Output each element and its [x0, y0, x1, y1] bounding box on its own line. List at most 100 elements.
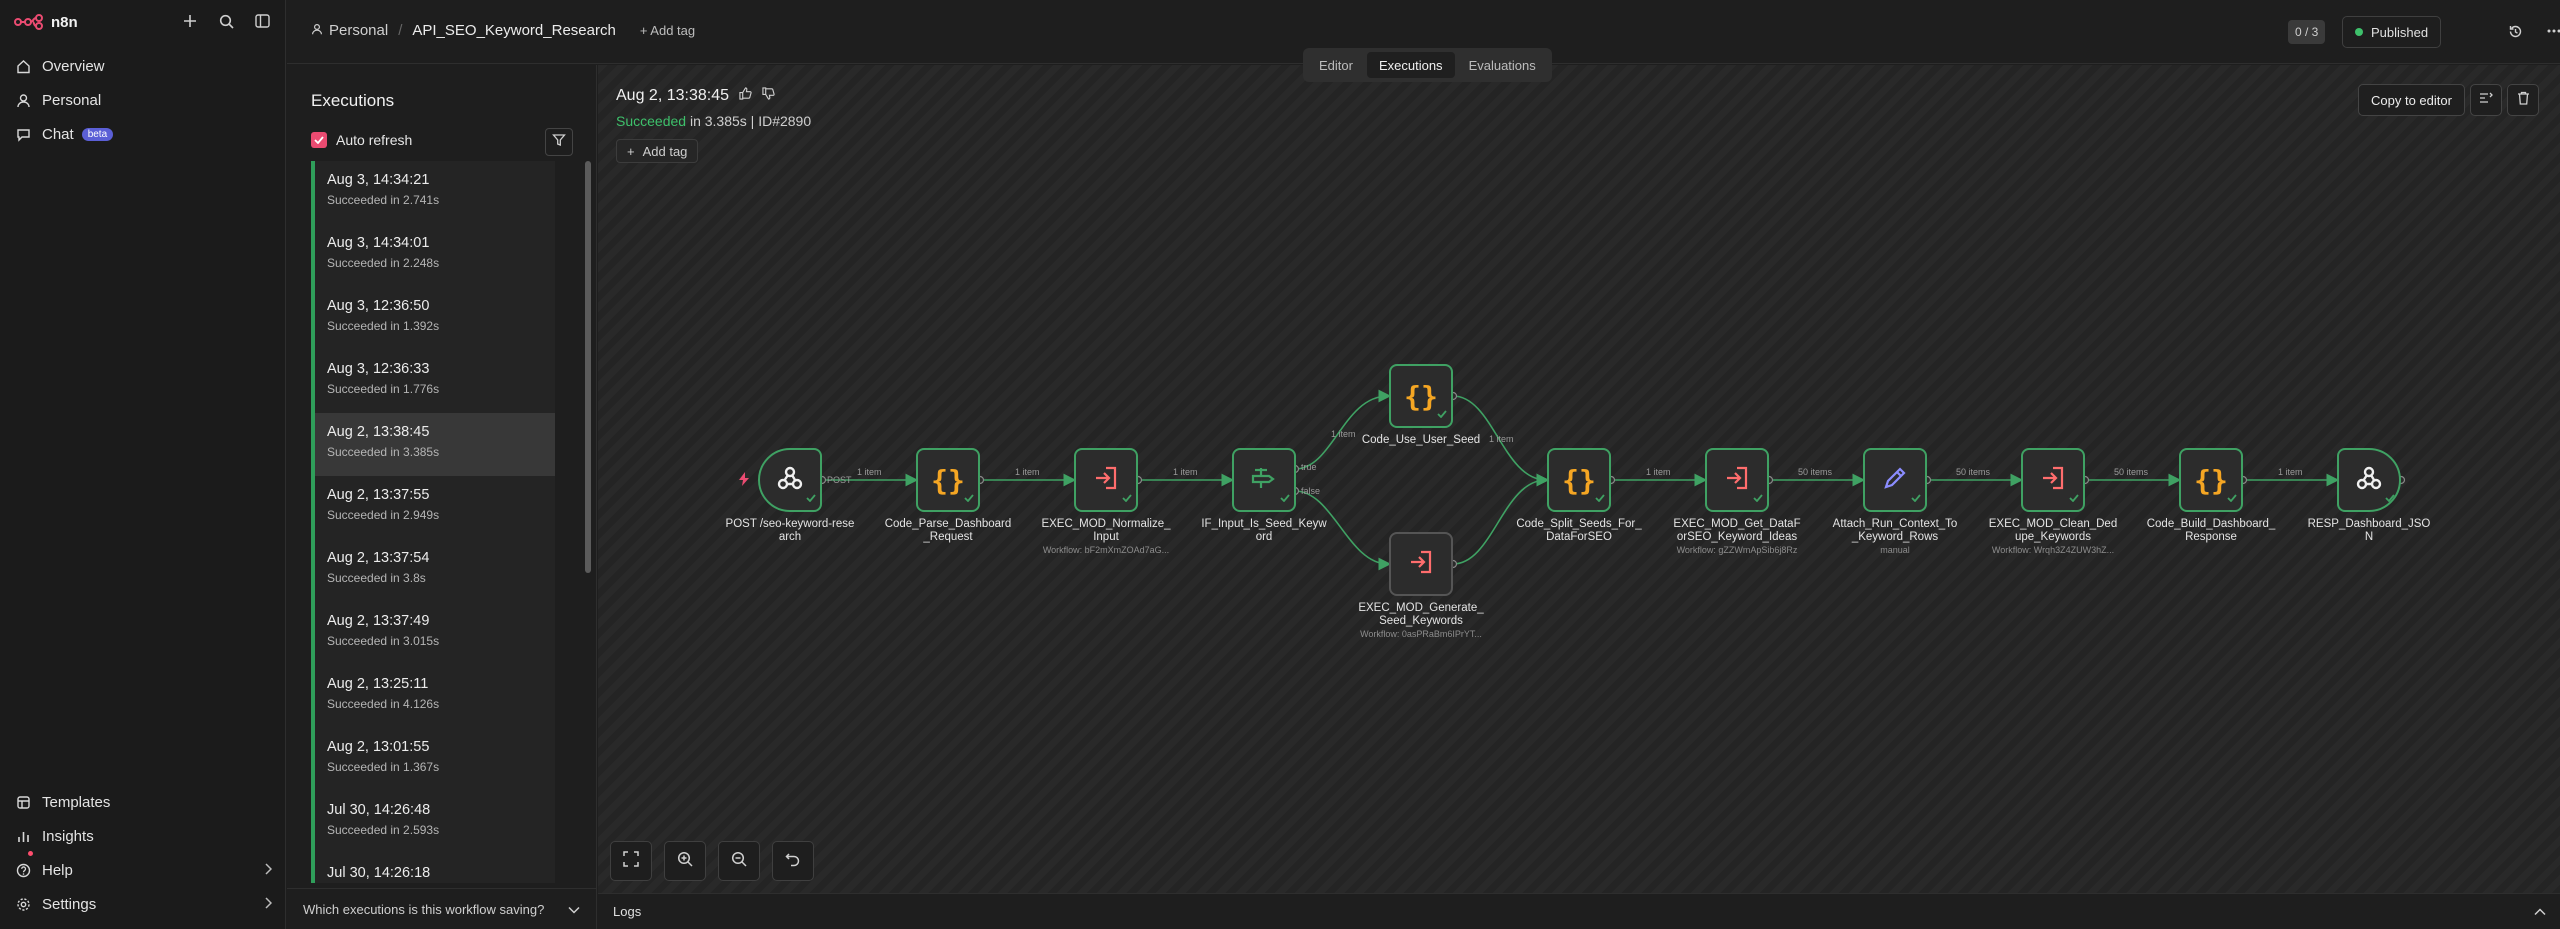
execution-list-item[interactable]: Aug 2, 13:01:55 Succeeded in 1.367s [311, 728, 555, 791]
node-resp-dashboard-json[interactable] [2337, 448, 2401, 512]
node-label: EXEC_MOD_Clean_Dedupe_Keywords [1988, 518, 2118, 543]
execution-date: Aug 2, 13:38:45 [327, 424, 430, 440]
nav-overview[interactable]: Overview [0, 49, 286, 83]
execution-date: Jul 30, 14:26:48 [327, 802, 431, 818]
execute-workflow-icon [1724, 465, 1750, 496]
breadcrumb-project[interactable]: Personal [329, 22, 388, 39]
zoom-in-button[interactable] [664, 841, 706, 881]
logo-text: n8n [51, 13, 78, 31]
execution-list-item[interactable]: Aug 3, 14:34:21 Succeeded in 2.741s [311, 161, 555, 224]
execution-list-item[interactable]: Jul 30, 14:26:48 Succeeded in 2.593s [311, 791, 555, 854]
execution-date: Aug 3, 14:34:01 [327, 235, 430, 251]
execution-list-item[interactable]: Aug 3, 12:36:50 Succeeded in 1.392s [311, 287, 555, 350]
left-sidebar: n8n Overview Personal Chat beta Template… [0, 0, 286, 929]
execution-status: Succeeded in 1.776s [327, 382, 440, 396]
filter-button[interactable] [545, 128, 573, 156]
nav-insights[interactable]: Insights [0, 819, 286, 853]
more-options-icon[interactable] [2545, 22, 2560, 40]
auto-refresh-label: Auto refresh [336, 132, 413, 148]
node-attach-run-context[interactable] [1863, 448, 1927, 512]
node-code-split-seeds[interactable]: {} [1547, 448, 1611, 512]
execution-list-item[interactable]: Aug 2, 13:37:49 Succeeded in 3.015s [311, 602, 555, 665]
tab-executions[interactable]: Executions [1366, 52, 1455, 78]
node-subtitle: Workflow: bF2mXmZOAd7aG... [1042, 545, 1170, 555]
node-exec-mod-clean-dedupe[interactable] [2021, 448, 2085, 512]
scrollbar-thumb[interactable] [585, 161, 591, 573]
filter-icon [552, 133, 566, 152]
nav-settings[interactable]: Settings [0, 887, 286, 921]
workflow-canvas[interactable]: Aug 2, 13:38:45 Succeeded in 3.385s | ID… [598, 65, 2560, 893]
execution-list-item[interactable]: Aug 2, 13:25:11 Succeeded in 4.126s [311, 665, 555, 728]
node-code-build-dashboard-response[interactable]: {} [2179, 448, 2243, 512]
node-if-input-is-seed-keyword[interactable] [1232, 448, 1296, 512]
search-icon[interactable] [217, 12, 235, 30]
view-tabs: Editor Executions Evaluations [1303, 48, 1552, 82]
node-exec-mod-normalize-input[interactable] [1074, 448, 1138, 512]
templates-icon [14, 793, 32, 811]
nav-personal[interactable]: Personal [0, 83, 286, 117]
node-post-seo-keyword-research[interactable] [758, 448, 822, 512]
add-tag-button[interactable]: + Add tag [640, 23, 695, 38]
execution-list-item[interactable]: Aug 2, 13:37:54 Succeeded in 3.8s [311, 539, 555, 602]
execution-list-item[interactable]: Aug 2, 13:38:45 Succeeded in 3.385s [311, 413, 555, 476]
reset-zoom-button[interactable] [772, 841, 814, 881]
auto-refresh-checkbox[interactable]: Auto refresh [311, 132, 412, 148]
execution-list-item[interactable]: Aug 2, 13:37:55 Succeeded in 2.949s [311, 476, 555, 539]
execution-list-item[interactable]: Aug 3, 12:36:33 Succeeded in 1.776s [311, 350, 555, 413]
counter-badge[interactable]: 0 / 3 [2288, 20, 2326, 44]
nav-help[interactable]: Help [0, 851, 286, 887]
execution-status: Succeeded in 3.385s [327, 445, 440, 459]
nav-label: Settings [42, 895, 97, 913]
nav-label: Personal [42, 91, 102, 109]
execution-date: Jul 30, 14:26:18 [327, 865, 431, 881]
edge-label: 1 item [1331, 429, 1356, 439]
node-subtitle: Workflow: 0asPRaBm6IPrYT... [1360, 629, 1482, 639]
zoom-out-button[interactable] [718, 841, 760, 881]
node-label: Code_Split_Seeds_For_DataForSEO [1516, 518, 1642, 543]
logs-label: Logs [613, 904, 642, 919]
nav-templates[interactable]: Templates [0, 785, 286, 819]
n8n-logo[interactable]: n8n [14, 12, 78, 32]
checkbox-checked-icon[interactable] [311, 132, 327, 148]
execution-list-item[interactable]: Jul 30, 14:26:18 [311, 854, 555, 883]
execution-status: Succeeded in 2.248s [327, 256, 440, 270]
execution-status: Succeeded in 1.367s [327, 760, 440, 774]
execution-list-item[interactable]: Aug 3, 14:34:01 Succeeded in 2.248s [311, 224, 555, 287]
success-check-icon [2069, 489, 2079, 507]
node-code-parse-dashboard-request[interactable]: {} [916, 448, 980, 512]
node-exec-mod-get-dataforseo[interactable] [1705, 448, 1769, 512]
execution-date: Aug 3, 14:34:21 [327, 172, 430, 188]
node-exec-mod-generate-seed-keywords[interactable] [1389, 532, 1453, 596]
tab-evaluations[interactable]: Evaluations [1457, 52, 1548, 78]
execution-date: Aug 2, 13:37:55 [327, 487, 430, 503]
edge-label-false: false [1301, 486, 1321, 496]
node-code-use-user-seed[interactable]: {} [1389, 364, 1453, 428]
home-icon [14, 57, 32, 75]
fit-view-button[interactable] [610, 841, 652, 881]
workflow-name[interactable]: API_SEO_Keyword_Research [412, 22, 615, 39]
node-label: EXEC_MOD_Generate_Seed_Keywords [1358, 602, 1484, 627]
plus-icon[interactable] [181, 12, 199, 30]
nav-label: Overview [42, 57, 105, 75]
executions-saving-toggle[interactable]: Which executions is this workflow saving… [287, 888, 596, 929]
panel-toggle-icon[interactable] [253, 12, 271, 30]
project-user-icon [311, 22, 323, 39]
success-check-icon [1595, 489, 1605, 507]
tab-editor[interactable]: Editor [1307, 52, 1365, 78]
published-status-button[interactable]: Published [2342, 16, 2442, 48]
chevron-down-icon [568, 902, 580, 917]
success-check-icon [964, 489, 974, 507]
bottom-nav: Templates Insights Help Settings [0, 785, 286, 921]
logs-panel-toggle[interactable]: Logs [598, 893, 2560, 929]
nav-label: Chat [42, 125, 74, 143]
executions-scrollbar[interactable] [584, 161, 592, 883]
saving-question: Which executions is this workflow saving… [303, 901, 545, 917]
history-icon[interactable] [2506, 22, 2524, 40]
edge-label: 1 item [857, 467, 882, 477]
execution-date: Aug 2, 13:37:49 [327, 613, 430, 629]
node-label: Code_Build_Dashboard_Response [2146, 518, 2276, 543]
execute-workflow-icon [1093, 465, 1119, 496]
nav-chat[interactable]: Chat beta [0, 117, 286, 151]
execute-workflow-icon [1408, 549, 1434, 580]
nav-label: Templates [42, 793, 111, 811]
